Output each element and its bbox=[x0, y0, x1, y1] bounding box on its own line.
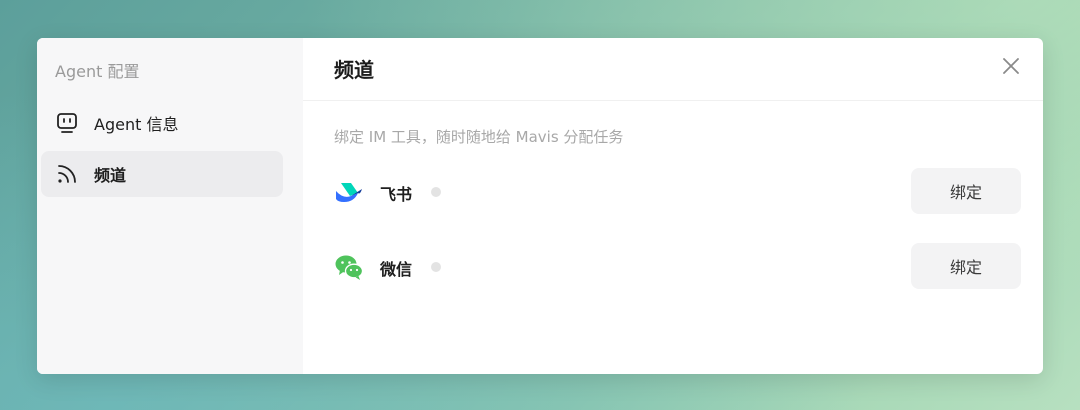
status-indicator bbox=[431, 262, 441, 272]
sidebar-item-agent-info[interactable]: Agent 信息 bbox=[41, 100, 283, 146]
feishu-logo-icon bbox=[336, 183, 362, 202]
sidebar: Agent 配置 Agent 信息 频道 bbox=[37, 38, 303, 374]
robot-icon bbox=[57, 113, 77, 133]
close-icon[interactable] bbox=[999, 54, 1023, 78]
sidebar-item-channels[interactable]: 频道 bbox=[41, 151, 283, 197]
channel-name: 微信 bbox=[380, 260, 413, 279]
channel-row-feishu: 飞书 绑定 bbox=[334, 168, 1021, 216]
sidebar-item-label: Agent 信息 bbox=[94, 115, 179, 134]
wechat-logo-icon bbox=[335, 255, 364, 280]
sidebar-title: Agent 配置 bbox=[55, 62, 140, 81]
channel-name: 飞书 bbox=[380, 185, 413, 204]
channel-description: 绑定 IM 工具，随时随地给 Mavis 分配任务 bbox=[334, 128, 624, 146]
bind-feishu-button[interactable]: 绑定 bbox=[911, 168, 1021, 214]
sidebar-item-label: 频道 bbox=[94, 166, 127, 185]
channel-row-wechat: 微信 绑定 bbox=[334, 243, 1021, 291]
main-header: 频道 bbox=[303, 38, 1043, 101]
agent-config-dialog: Agent 配置 Agent 信息 频道 频道 绑定 IM 工具，随时随地给 M… bbox=[37, 38, 1043, 374]
main-panel: 频道 绑定 IM 工具，随时随地给 Mavis 分配任务 飞书 绑定 微信 绑定 bbox=[303, 38, 1043, 374]
rss-icon bbox=[58, 165, 76, 183]
bind-wechat-button[interactable]: 绑定 bbox=[911, 243, 1021, 289]
page-title: 频道 bbox=[334, 58, 374, 82]
status-indicator bbox=[431, 187, 441, 197]
